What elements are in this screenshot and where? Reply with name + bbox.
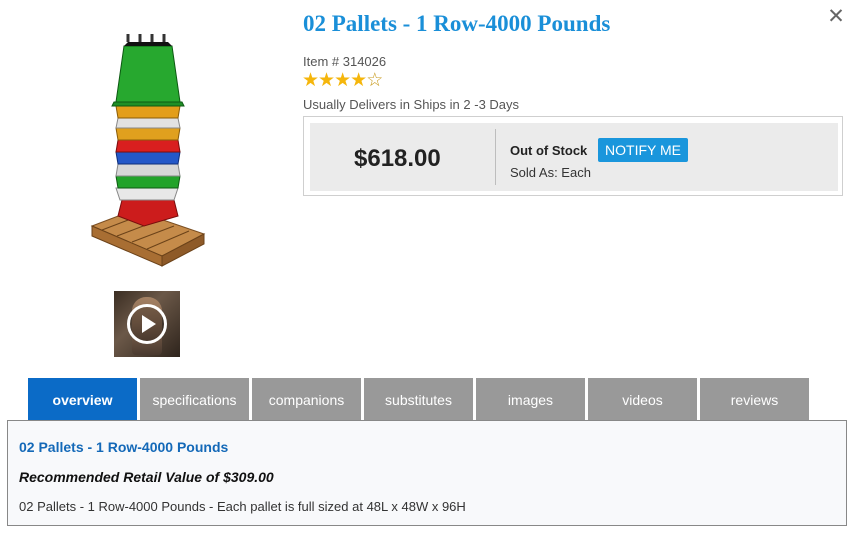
price-panel-inner: $618.00 Out of Stock NOTIFY ME Sold As: … [310, 123, 838, 191]
tab-overview[interactable]: overview [28, 378, 137, 420]
tab-companions[interactable]: companions [252, 378, 361, 420]
product-description: 02 Pallets - 1 Row-4000 Pounds - Each pa… [19, 499, 466, 514]
overview-title: 02 Pallets - 1 Row-4000 Pounds [19, 439, 229, 455]
star-icon: ★ [318, 70, 335, 91]
tab-videos[interactable]: videos [588, 378, 697, 420]
close-icon: ✕ [827, 5, 845, 28]
overview-panel: 02 Pallets - 1 Row-4000 Pounds Recommend… [7, 420, 847, 526]
price-divider [495, 129, 496, 185]
price-panel: $618.00 Out of Stock NOTIFY ME Sold As: … [303, 116, 843, 196]
notify-me-button[interactable]: NOTIFY ME [598, 138, 688, 162]
video-thumbnail[interactable] [114, 291, 180, 357]
play-icon [127, 304, 167, 344]
stock-status: Out of Stock [510, 143, 588, 158]
star-icon: ★ [302, 70, 319, 91]
star-icon: ★ [334, 70, 351, 91]
close-button[interactable]: ✕ [826, 6, 846, 28]
price: $618.00 [354, 145, 441, 172]
tab-substitutes[interactable]: substitutes [364, 378, 473, 420]
star-icon: ★ [350, 70, 367, 91]
product-title: 02 Pallets - 1 Row-4000 Pounds [303, 11, 611, 36]
star-outline-icon: ☆ [366, 70, 383, 91]
tab-reviews[interactable]: reviews [700, 378, 809, 420]
sold-as: Sold As: Each [510, 165, 591, 180]
tab-images[interactable]: images [476, 378, 585, 420]
tab-specifications[interactable]: specifications [140, 378, 249, 420]
star-rating[interactable]: ★★★★☆ [302, 70, 383, 91]
item-number: Item # 314026 [303, 54, 387, 69]
retail-value: Recommended Retail Value of $309.00 [19, 469, 274, 485]
product-image [82, 30, 210, 276]
delivery-info: Usually Delivers in Ships in 2 -3 Days [303, 97, 520, 112]
